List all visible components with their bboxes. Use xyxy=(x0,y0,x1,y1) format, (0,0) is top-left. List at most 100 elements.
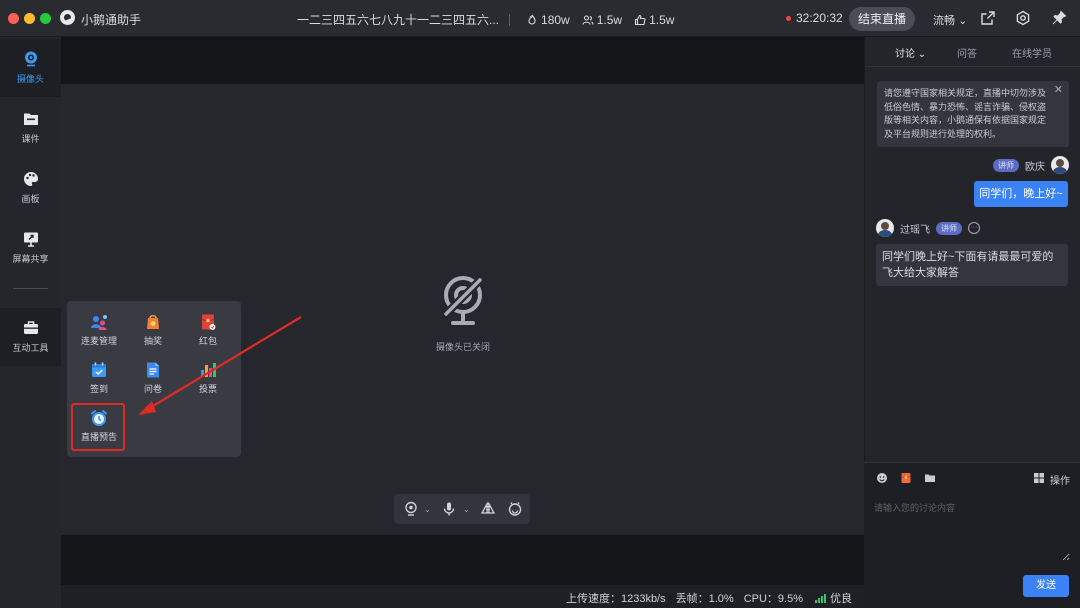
avatar[interactable] xyxy=(1051,156,1069,174)
emoji-icon[interactable] xyxy=(876,472,888,484)
folder-icon[interactable] xyxy=(924,472,936,484)
tool-label: 抽奖 xyxy=(143,336,162,346)
notice-banner: 请您遵守国家相关规定，直播中切勿涉及低俗色情、暴力恐怖、谣言诈骗、侵权盗版等相关… xyxy=(877,81,1069,147)
chevron-down-icon: ⌄ xyxy=(917,49,927,60)
network-quality: 优良 xyxy=(813,590,852,606)
status-bar: 上传速度：1233kb/s 丢帧：1.0% CPU：9.5% 优良 xyxy=(61,585,864,608)
tool-check-in[interactable]: 签到 xyxy=(71,361,127,395)
viewers-value: 1.5w xyxy=(596,12,623,27)
tool-label: 签到 xyxy=(89,384,108,394)
lecturer-badge: 讲师 xyxy=(993,158,1019,172)
tool-questionnaire[interactable]: 问卷 xyxy=(125,361,181,395)
chevron-down-icon: ⌄ xyxy=(958,15,968,27)
sidebar-item-courseware[interactable]: 课件 xyxy=(0,99,61,157)
quality-dropdown[interactable]: 流畅 ⌄ xyxy=(933,12,967,28)
lecturer-badge: 讲师 xyxy=(936,221,962,235)
chat-input-area: 操作 发送 xyxy=(864,462,1080,608)
divider xyxy=(509,13,511,26)
live-timer: 32:20:32 xyxy=(796,11,843,25)
highlight-box xyxy=(71,403,125,451)
sidebar-item-label: 摄像头 xyxy=(16,74,44,84)
mirror-flip-icon[interactable] xyxy=(480,501,496,517)
course-title: 一二三四五六七八九十一二三四五六... xyxy=(297,13,500,27)
lottery-icon xyxy=(147,314,159,329)
sidebar-item-label: 画板 xyxy=(21,194,40,204)
sidebar-item-screen-share[interactable]: 屏幕共享 xyxy=(0,219,61,277)
maximize-window-button[interactable] xyxy=(40,13,51,24)
sidebar-item-camera[interactable]: 摄像头 xyxy=(0,39,61,97)
beauty-filter-icon[interactable] xyxy=(507,501,523,517)
likes-stat: 1.5w xyxy=(634,13,674,27)
settings-icon[interactable] xyxy=(1015,10,1031,26)
vote-icon xyxy=(201,363,216,377)
tool-mic-link-management[interactable]: 连麦管理 xyxy=(71,313,127,347)
tool-label: 投票 xyxy=(198,384,217,394)
tool-label: 红包 xyxy=(198,336,217,346)
screen-share-icon xyxy=(23,232,38,247)
tool-lottery[interactable]: 抽奖 xyxy=(125,313,181,347)
network-quality-label: 优良 xyxy=(830,593,852,605)
questionnaire-icon xyxy=(147,362,159,378)
popularity-value: 180w xyxy=(541,12,570,27)
media-control-bar: ⌄ ⌄ xyxy=(394,494,530,524)
tool-label: 连麦管理 xyxy=(80,336,117,346)
sidebar-item-interactive-tools[interactable]: 互动工具 xyxy=(0,308,61,366)
chevron-down-icon[interactable]: ⌄ xyxy=(463,505,470,514)
message-header-other: 过瑶飞 讲师 ··· xyxy=(876,219,980,237)
upload-speed: 上传速度：1233kb/s xyxy=(565,593,666,605)
mic-link-icon xyxy=(91,315,107,330)
minimize-window-button[interactable] xyxy=(24,13,35,24)
tool-vote[interactable]: 投票 xyxy=(180,361,236,395)
tab-qa[interactable]: 问答 xyxy=(957,45,977,60)
discussion-input[interactable] xyxy=(874,501,1070,561)
camera-icon xyxy=(24,51,37,67)
operate-button[interactable]: 操作 xyxy=(1050,472,1070,487)
left-sidebar: 摄像头 课件 画板 屏幕共享 互动工具 xyxy=(0,37,61,608)
end-live-button[interactable]: 结束直播 xyxy=(849,7,915,31)
sidebar-item-label: 互动工具 xyxy=(12,343,49,353)
sender-name: 欧庆 xyxy=(1025,161,1045,173)
avatar[interactable] xyxy=(876,219,894,237)
camera-toggle-icon[interactable] xyxy=(403,501,419,517)
stage-bottom-bar xyxy=(61,535,864,585)
camera-off-label: 摄像头已关闭 xyxy=(435,342,490,352)
tool-red-packet[interactable]: 红包 xyxy=(180,313,236,347)
quality-label: 流畅 xyxy=(933,15,955,27)
grid-icon[interactable] xyxy=(1033,472,1045,484)
close-icon[interactable]: ✕ xyxy=(1054,84,1063,98)
fire-icon xyxy=(528,14,536,24)
notice-text: 请您遵守国家相关规定，直播中切勿涉及低俗色情、暴力恐怖、谣言诈骗、侵权盗版等相关… xyxy=(884,88,1047,139)
chat-bubble-mine: 同学们，晚上好~ xyxy=(974,181,1068,207)
app-logo-icon xyxy=(60,10,75,25)
tab-online-students[interactable]: 在线学员 xyxy=(1012,45,1052,60)
share-out-icon[interactable] xyxy=(980,10,996,26)
more-options-icon[interactable]: ··· xyxy=(968,222,980,234)
red-packet-icon xyxy=(201,314,216,330)
message-header-me: 讲师 欧庆 xyxy=(993,156,1069,174)
palette-icon xyxy=(23,172,38,186)
tab-discussion[interactable]: 讨论 ⌄ xyxy=(895,45,926,60)
chevron-down-icon[interactable]: ⌄ xyxy=(424,505,431,514)
pin-icon[interactable] xyxy=(1051,10,1067,26)
likes-value: 1.5w xyxy=(649,12,675,27)
camera-off-icon xyxy=(443,276,483,325)
sidebar-item-whiteboard[interactable]: 画板 xyxy=(0,159,61,217)
tab-label: 讨论 xyxy=(895,49,915,60)
red-packet-icon[interactable] xyxy=(900,472,912,484)
thumbs-up-icon xyxy=(635,14,646,25)
chat-bubble-other: 同学们晚上好~下面有请最最可爱的飞大给大家解答 xyxy=(876,244,1068,286)
panel-tabs: 讨论 ⌄ 问答 在线学员 xyxy=(865,37,1080,67)
microphone-icon[interactable] xyxy=(441,501,457,517)
app-name: 小鹅通助手 xyxy=(81,13,142,27)
users-icon xyxy=(582,14,594,25)
tool-label: 问卷 xyxy=(143,384,162,394)
close-window-button[interactable] xyxy=(8,13,19,24)
folder-icon xyxy=(23,113,38,125)
toolbox-icon xyxy=(23,321,38,334)
cpu-usage: CPU：9.5% xyxy=(743,593,803,605)
sidebar-item-label: 课件 xyxy=(21,134,40,144)
send-button[interactable]: 发送 xyxy=(1023,575,1069,597)
sidebar-divider xyxy=(13,288,48,289)
viewers-stat: 1.5w xyxy=(582,13,622,27)
popularity-stat: 180w xyxy=(526,13,570,27)
